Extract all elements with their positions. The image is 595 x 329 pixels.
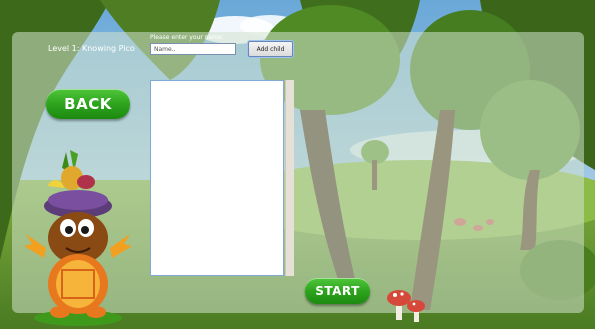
child-name-input[interactable] xyxy=(150,43,236,55)
children-list[interactable] xyxy=(150,80,284,276)
start-button[interactable]: START xyxy=(305,278,370,304)
level-title: Level 1: Knowing Pico xyxy=(48,44,135,53)
pico-turtle-mascot-icon xyxy=(24,150,132,326)
children-list-scrollbar[interactable] xyxy=(285,80,294,276)
name-prompt-label: Please enter your name: xyxy=(150,34,224,41)
add-child-button[interactable]: Add child xyxy=(248,41,293,57)
mushrooms-icon xyxy=(387,290,425,322)
back-button[interactable]: BACK xyxy=(46,89,130,119)
